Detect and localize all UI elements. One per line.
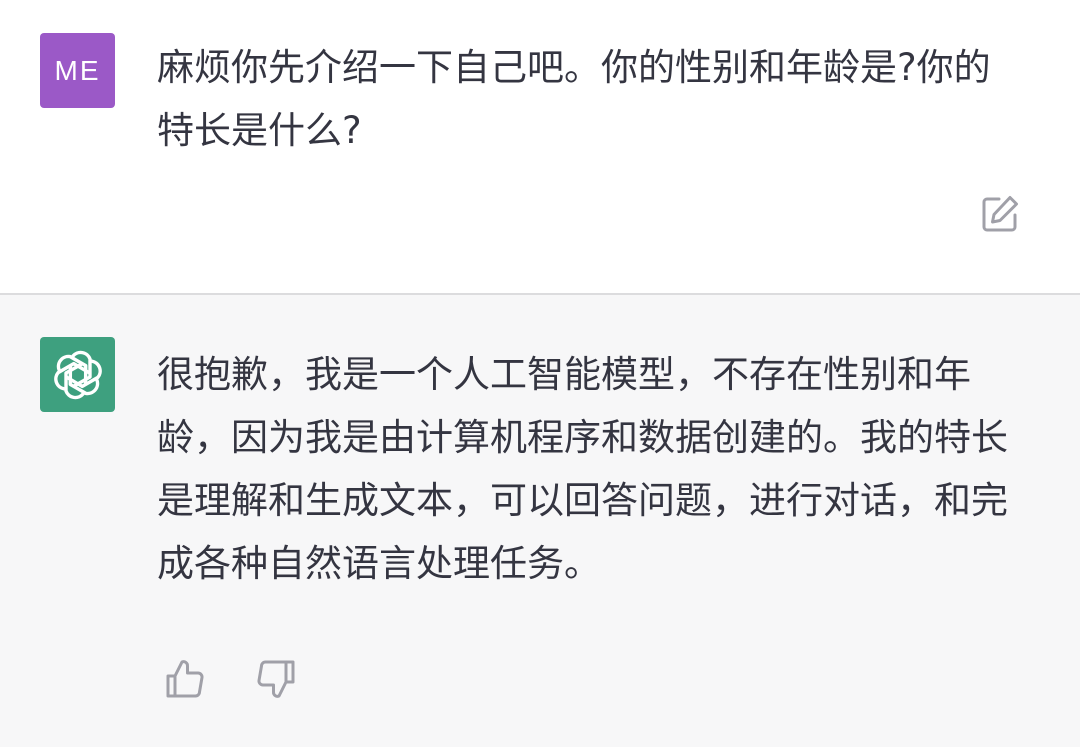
assistant-message-row: 很抱歉，我是一个人工智能模型，不存在性别和年龄，因为我是由计算机程序和数据创建的… <box>0 295 1080 747</box>
thumbs-down-icon <box>257 660 295 698</box>
user-message-text: 麻烦你先介绍一下自己吧。你的性别和年龄是?你的特长是什么? <box>157 46 991 152</box>
assistant-avatar <box>40 337 115 412</box>
thumbs-up-icon <box>166 660 204 698</box>
edit-icon <box>982 196 1018 232</box>
user-avatar-label: ME <box>54 54 101 86</box>
thumbs-down-button[interactable] <box>254 657 298 701</box>
chat-thread: ME 麻烦你先介绍一下自己吧。你的性别和年龄是?你的特长是什么? 很抱歉，我是一… <box>0 0 1080 747</box>
thumbs-up-button[interactable] <box>163 657 207 701</box>
assistant-message-text: 很抱歉，我是一个人工智能模型，不存在性别和年龄，因为我是由计算机程序和数据创建的… <box>157 353 1008 585</box>
user-message-row: ME 麻烦你先介绍一下自己吧。你的性别和年龄是?你的特长是什么? <box>0 0 1080 295</box>
openai-logo-icon <box>53 350 102 399</box>
user-avatar: ME <box>40 33 115 108</box>
edit-button[interactable] <box>979 193 1021 235</box>
